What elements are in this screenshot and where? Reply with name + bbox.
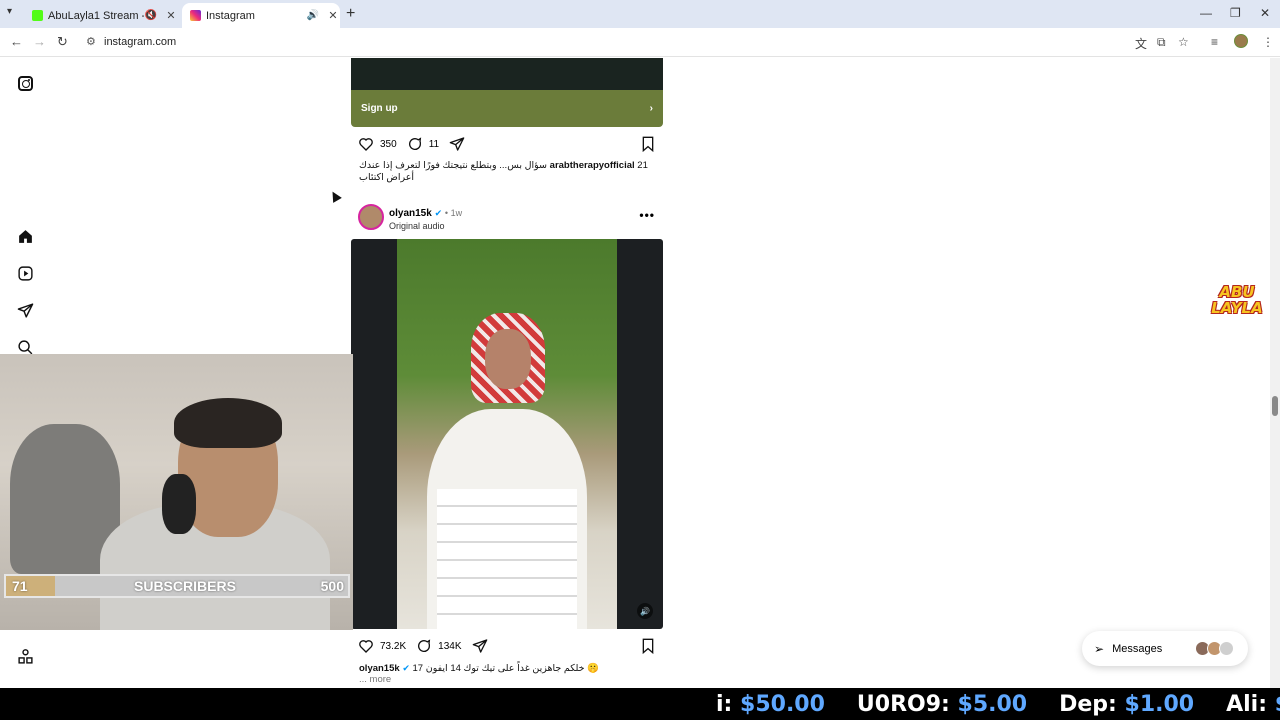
original-audio-link[interactable]: Original audio <box>389 221 445 231</box>
tab-search-icon[interactable]: ▾ <box>7 6 12 17</box>
ad-action-bar: 350 11 <box>358 136 465 152</box>
more-options-icon[interactable]: ••• <box>639 208 655 222</box>
audio-toggle-icon[interactable]: 🔊 <box>637 603 653 619</box>
tab-title: AbuLayla1 Stream - Kick Da <box>48 9 144 22</box>
post-age: 1w <box>450 208 463 218</box>
comment-icon[interactable] <box>416 638 432 654</box>
also-from-meta-icon[interactable] <box>16 647 34 665</box>
messages-label: Messages <box>1112 642 1163 655</box>
site-info-icon[interactable]: ⚙ <box>86 35 96 48</box>
close-tab-icon[interactable]: ✕ <box>164 9 178 22</box>
media-controls-icon[interactable]: ≡ <box>1211 35 1218 49</box>
comment-count: 134K <box>438 640 462 652</box>
chevron-right-icon: › <box>649 103 653 114</box>
signup-label: Sign up <box>361 103 398 114</box>
direct-send-icon[interactable] <box>16 301 34 319</box>
messages-button[interactable]: ➢ Messages <box>1082 631 1248 666</box>
ad-caption: arabtherapyofficial 21 سؤال بس... وبتطلع… <box>359 160 649 184</box>
close-tab-icon[interactable]: ✕ <box>326 9 340 22</box>
browser-tab-bar: ▾ AbuLayla1 Stream - Kick Da 🔇 ✕ Instagr… <box>0 0 1280 28</box>
donation-ticker: i: $50.00 U0RO9: $5.00 Dep: $1.00 Ali: $ <box>0 688 1280 720</box>
headphones <box>162 474 196 534</box>
home-icon[interactable] <box>16 227 34 245</box>
audio-playing-icon[interactable]: 🔊 <box>306 10 320 21</box>
share-icon[interactable] <box>449 136 465 152</box>
comment-icon[interactable] <box>407 136 423 152</box>
translate-icon[interactable]: 文 <box>1135 35 1147 52</box>
ticker-item: i: $50.00 <box>716 691 825 717</box>
post-action-bar: 73.2K 134K <box>358 638 488 654</box>
verified-badge-icon: ✔ <box>402 663 410 673</box>
caption-username[interactable]: olyan15k <box>359 663 400 674</box>
caption-username[interactable]: arabtherapyofficial <box>550 160 635 171</box>
instagram-page: Sign up › 350 11 arabtherapyofficial 21 … <box>0 58 1280 688</box>
ticker-item: U0RO9: $5.00 <box>856 691 1028 717</box>
messages-avatars <box>1195 641 1234 656</box>
verified-badge-icon: ✔ <box>434 208 443 218</box>
tab-kick-stream[interactable]: AbuLayla1 Stream - Kick Da 🔇 ✕ <box>26 3 178 28</box>
like-heart-icon[interactable] <box>358 136 374 152</box>
reload-button[interactable]: ↻ <box>57 34 68 50</box>
like-count: 350 <box>380 138 397 150</box>
post-avatar[interactable] <box>358 204 384 230</box>
abu-layla-logo: ABU LAYLA <box>1211 283 1263 317</box>
address-bar: ← → ↻ ⚙ instagram.com 文 ⧉ ☆ ≡ ⋮ <box>0 28 1280 57</box>
tab-instagram[interactable]: Instagram 🔊 ✕ <box>182 3 340 28</box>
scrollbar-thumb[interactable] <box>1272 396 1278 416</box>
ad-media[interactable] <box>351 58 663 90</box>
subscriber-label: SUBSCRIBERS <box>134 578 236 594</box>
subscriber-goal-bar: 71 SUBSCRIBERS 500 <box>4 574 350 598</box>
messages-send-icon: ➢ <box>1094 641 1105 656</box>
minimize-button[interactable]: — <box>1200 6 1212 20</box>
browser-menu-icon[interactable]: ⋮ <box>1262 35 1274 49</box>
back-button[interactable]: ← <box>10 34 23 49</box>
share-icon[interactable] <box>472 638 488 654</box>
save-bookmark-icon[interactable] <box>641 136 655 152</box>
instagram-logo-icon[interactable] <box>16 74 34 92</box>
post-header: olyan15k ✔ • 1w Original audio ••• <box>358 204 663 234</box>
muted-icon[interactable]: 🔇 <box>144 10 158 21</box>
comment-count: 11 <box>428 138 440 150</box>
avatar <box>1219 641 1234 656</box>
mouse-cursor <box>328 189 342 203</box>
profile-avatar[interactable] <box>1234 34 1248 48</box>
ad-signup-button[interactable]: Sign up › <box>351 90 663 127</box>
install-app-icon[interactable]: ⧉ <box>1157 35 1166 50</box>
like-heart-icon[interactable] <box>358 638 374 654</box>
page-scrollbar[interactable] <box>1270 58 1280 688</box>
reels-icon[interactable] <box>16 264 34 282</box>
restore-button[interactable]: ❐ <box>1230 6 1241 20</box>
streamer-hair <box>174 398 282 448</box>
ticker-item: Dep: $1.00 <box>1059 691 1195 717</box>
save-bookmark-icon[interactable] <box>641 638 655 654</box>
kick-favicon-icon <box>32 10 43 21</box>
ticker-item: Ali: $ <box>1226 691 1280 717</box>
bookmark-star-icon[interactable]: ☆ <box>1178 35 1189 49</box>
iphone-boxes <box>437 489 577 629</box>
post-video[interactable]: 🔊 <box>351 239 663 629</box>
forward-button[interactable]: → <box>33 34 46 49</box>
like-count: 73.2K <box>380 640 407 652</box>
post-username[interactable]: olyan15k ✔ • 1w <box>389 208 462 219</box>
subscriber-current: 71 <box>12 578 28 594</box>
url-field[interactable]: instagram.com <box>104 36 176 48</box>
person-face <box>485 329 531 389</box>
subscriber-goal: 500 <box>320 578 344 594</box>
instagram-favicon-icon <box>190 10 201 21</box>
new-tab-button[interactable]: + <box>346 5 355 23</box>
tab-title: Instagram <box>206 9 255 22</box>
caption-text: خلكم جاهزين غداً على تيك توك 14 ايفون 17… <box>412 663 599 674</box>
close-window-button[interactable]: ✕ <box>1260 6 1270 20</box>
caption-more-link[interactable]: ... more <box>359 674 649 686</box>
video-frame <box>397 239 617 629</box>
